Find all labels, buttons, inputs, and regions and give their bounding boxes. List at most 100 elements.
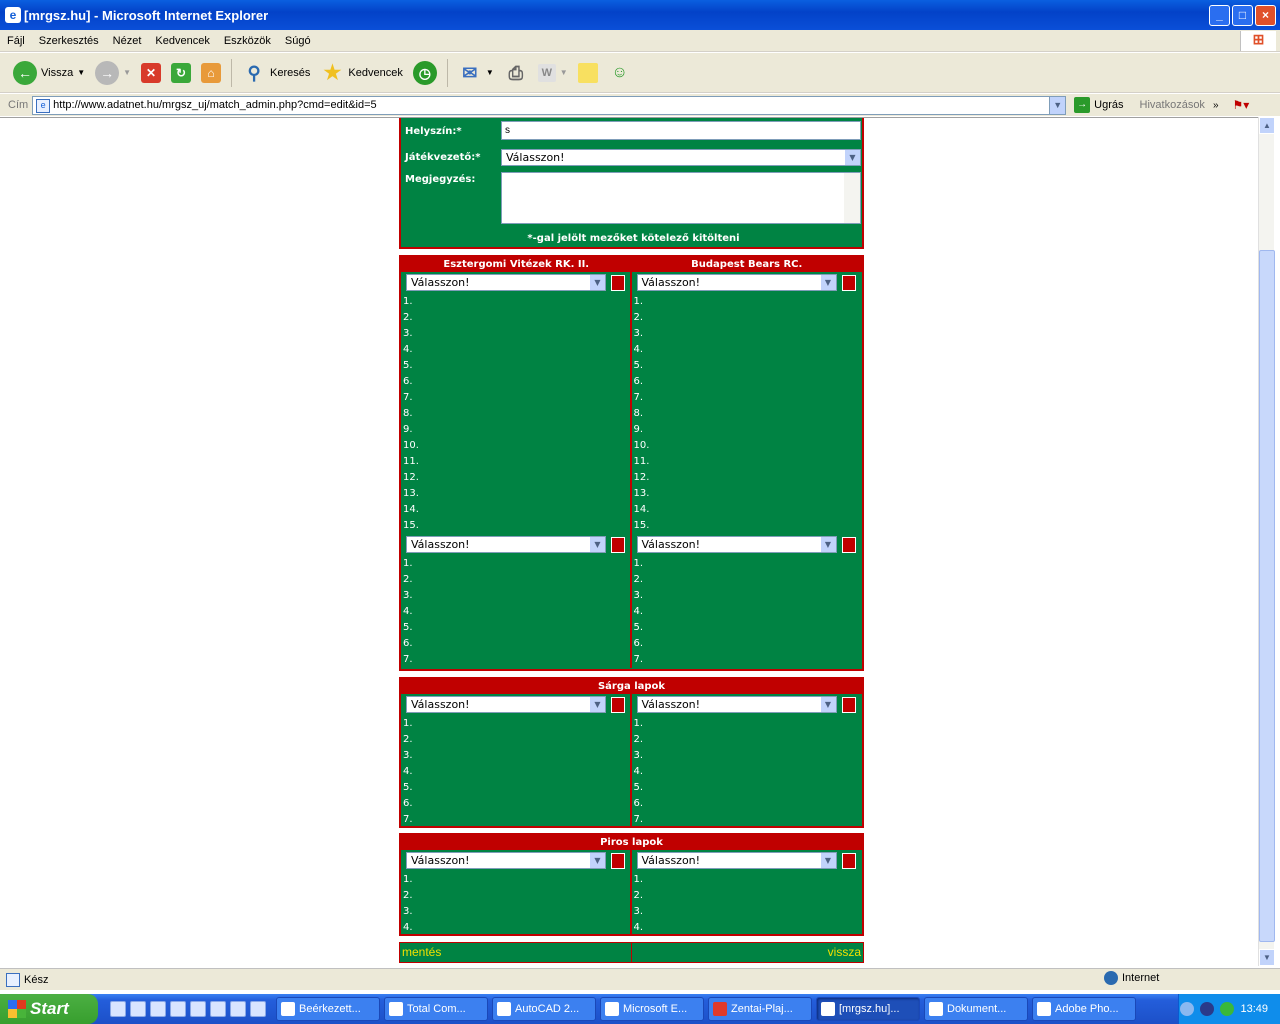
back-dropdown-icon[interactable]: ▼ (77, 68, 85, 77)
stop-button[interactable]: ✕ (138, 57, 164, 89)
chevron-down-icon: ▼ (589, 537, 605, 552)
away-red-add-button[interactable] (841, 853, 856, 869)
links-chevron-icon[interactable]: » (1213, 100, 1219, 111)
scroll-down-icon[interactable]: ▼ (1259, 949, 1275, 966)
address-input[interactable]: e http://www.adatnet.hu/mrgsz_uj/match_a… (32, 95, 1067, 115)
tray-expand-icon[interactable] (1180, 1002, 1195, 1016)
home-player-select[interactable]: Válasszon! ▼ (406, 274, 606, 291)
list-item: 4. (403, 344, 413, 355)
quicklaunch-app-icon[interactable] (230, 1001, 246, 1017)
list-item: 12. (633, 472, 650, 483)
home-sub-add-button[interactable] (611, 537, 625, 553)
away-red-select[interactable]: Válasszon! ▼ (636, 852, 837, 869)
edit-dropdown-icon[interactable]: ▼ (560, 68, 568, 77)
list-item: 8. (403, 408, 413, 419)
refresh-button[interactable]: ↻ (168, 57, 194, 89)
search-button[interactable]: ⚲ Keresés (239, 57, 313, 89)
forward-dropdown-icon[interactable]: ▼ (123, 68, 131, 77)
ie-icon: e (5, 7, 21, 23)
links-button[interactable]: Hivatkozások (1132, 99, 1213, 111)
chevron-down-icon: ▼ (589, 697, 605, 712)
home-red-add-button[interactable] (611, 853, 625, 869)
quicklaunch-app-icon[interactable] (110, 1001, 126, 1017)
referee-select[interactable]: Válasszon! ▼ (501, 149, 861, 166)
away-red-column: Válasszon! ▼ 1. 2. 3. 4. (632, 850, 863, 936)
history-button[interactable]: ◷ (410, 57, 440, 89)
task-zentai[interactable]: Zentai-Plaj... (708, 997, 812, 1021)
app-icon (281, 1002, 295, 1016)
tray-check-icon[interactable] (1220, 1002, 1235, 1016)
menu-help[interactable]: Súgó (278, 35, 318, 47)
quicklaunch-word-icon[interactable] (210, 1001, 226, 1017)
messenger-icon: ☺ (611, 63, 628, 81)
select-value: Válasszon! (641, 698, 701, 711)
mail-button[interactable]: ✉ ▼ (455, 57, 497, 89)
home-yellow-select[interactable]: Válasszon! ▼ (406, 696, 606, 713)
menu-view[interactable]: Nézet (106, 35, 149, 47)
scroll-up-icon[interactable]: ▲ (1259, 117, 1275, 134)
task-photoshop[interactable]: Adobe Pho... (1032, 997, 1136, 1021)
forward-button[interactable]: → ▼ (92, 57, 134, 89)
back-button[interactable]: ← Vissza ▼ (10, 57, 88, 89)
quicklaunch-media-icon[interactable] (250, 1001, 266, 1017)
maximize-button[interactable]: □ (1232, 5, 1253, 26)
start-button[interactable]: Start (0, 994, 98, 1024)
away-yellow-select[interactable]: Válasszon! ▼ (636, 696, 837, 713)
away-sub-select[interactable]: Válasszon! ▼ (636, 536, 837, 553)
away-player-add-button[interactable] (841, 275, 856, 291)
task-autocad[interactable]: AutoCAD 2... (492, 997, 596, 1021)
word-icon: W (537, 63, 556, 82)
task-outlook[interactable]: Beérkezett... (276, 997, 380, 1021)
favorites-button[interactable]: ★ Kedvencek (317, 57, 405, 89)
task-word[interactable]: Dokument... (924, 997, 1028, 1021)
task-ie-mrgsz[interactable]: [mrgsz.hu]... (816, 997, 920, 1021)
acrobat-icon[interactable]: ⚑▾ (1233, 98, 1250, 112)
location-input[interactable]: s (501, 121, 861, 140)
home-button[interactable]: ⌂ (198, 57, 224, 89)
home-player-add-button[interactable] (611, 275, 625, 291)
back-link[interactable]: vissza (632, 943, 864, 962)
task-excel[interactable]: Microsoft E... (600, 997, 704, 1021)
go-button[interactable]: → Ugrás (1066, 95, 1131, 115)
scroll-thumb[interactable] (1259, 250, 1275, 942)
home-yellow-list: 1. 2. 3. 4. 5. 6. 7. (401, 713, 630, 828)
menu-favorites[interactable]: Kedvencek (148, 35, 216, 47)
mail-dropdown-icon[interactable]: ▼ (486, 68, 494, 77)
save-link[interactable]: mentés (400, 943, 632, 962)
address-dropdown-icon[interactable]: ▼ (1049, 96, 1066, 114)
list-item: 2. (403, 734, 413, 745)
quicklaunch-excel-icon[interactable] (170, 1001, 186, 1017)
minimize-button[interactable]: _ (1209, 5, 1230, 26)
menu-file[interactable]: Fájl (0, 35, 32, 47)
discuss-button[interactable] (575, 57, 601, 89)
quicklaunch-app-icon[interactable] (190, 1001, 206, 1017)
away-yellow-add-button[interactable] (841, 697, 856, 713)
security-zone: Internet (1104, 971, 1159, 985)
chevron-down-icon: ▼ (844, 150, 860, 165)
home-sub-select[interactable]: Válasszon! ▼ (406, 536, 606, 553)
textarea-scrollbar[interactable] (844, 173, 860, 223)
tray-shield-icon[interactable] (1200, 1002, 1215, 1016)
away-player-select[interactable]: Válasszon! ▼ (636, 274, 837, 291)
menu-edit[interactable]: Szerkesztés (32, 35, 106, 47)
location-label: Helyszín:* (405, 126, 462, 137)
list-item: 3. (633, 906, 644, 917)
quicklaunch-ie-icon[interactable] (130, 1001, 146, 1017)
quicklaunch-app-icon[interactable] (150, 1001, 166, 1017)
close-button[interactable]: × (1255, 5, 1276, 26)
edit-button[interactable]: W ▼ (535, 57, 571, 89)
home-yellow-add-button[interactable] (611, 697, 625, 713)
print-button[interactable]: ⎙ (501, 57, 531, 89)
vertical-scrollbar[interactable]: ▲ ▼ (1258, 117, 1275, 966)
away-sub-add-button[interactable] (841, 537, 856, 553)
referee-label: Játékvezető:* (405, 152, 481, 163)
home-red-select[interactable]: Válasszon! ▼ (406, 852, 606, 869)
list-item: 6. (633, 798, 644, 809)
task-total-commander[interactable]: Total Com... (384, 997, 488, 1021)
note-textarea[interactable] (501, 172, 861, 224)
windows-flag-icon (8, 1000, 26, 1018)
menu-tools[interactable]: Eszközök (217, 35, 278, 47)
messenger-button[interactable]: ☺ (605, 57, 635, 89)
list-item: 3. (633, 328, 644, 339)
task-label: AutoCAD 2... (515, 1003, 580, 1015)
